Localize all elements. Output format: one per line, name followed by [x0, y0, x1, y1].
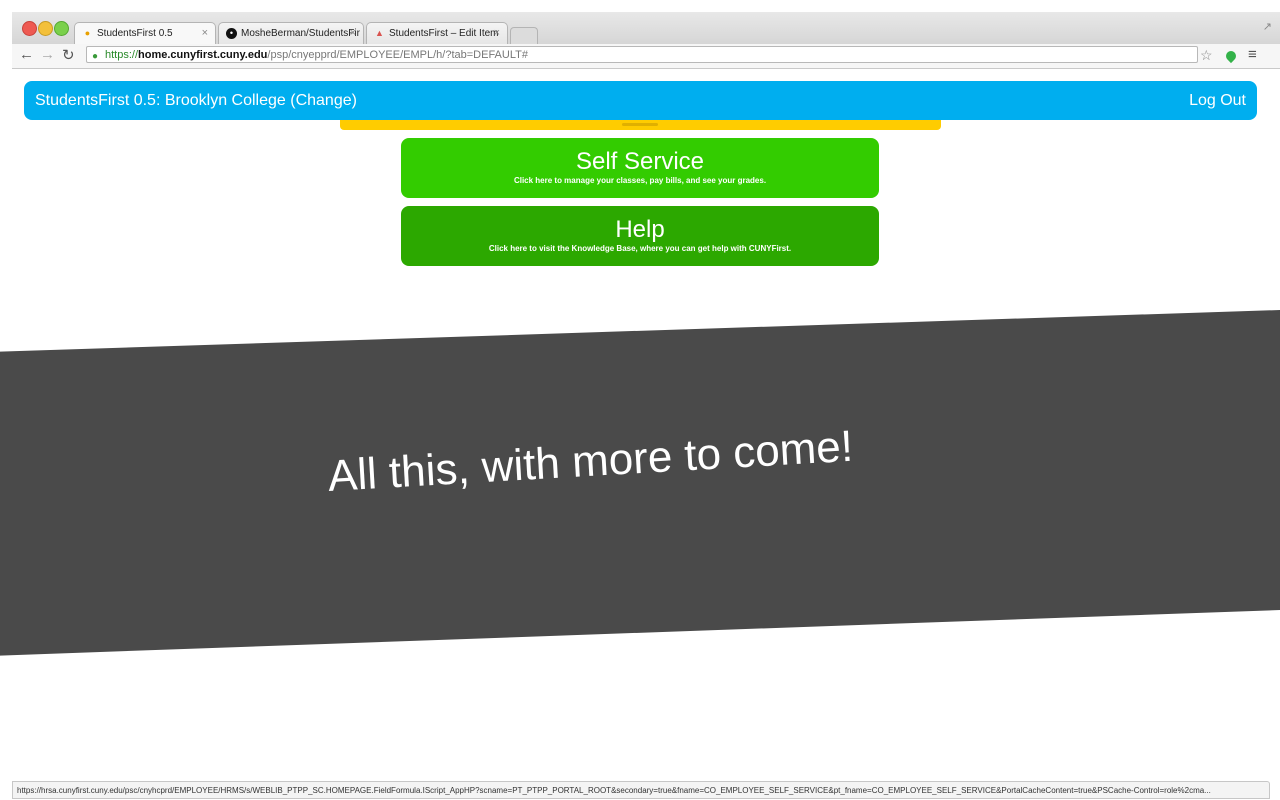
help-button[interactable]: Help Click here to visit the Knowledge B… — [401, 206, 879, 266]
tab-label: MosheBerman/StudentsFir — [241, 28, 360, 39]
back-arrow-icon[interactable]: ← — [19, 46, 34, 63]
tile-description: Click here to visit the Knowledge Base, … — [488, 244, 792, 253]
address-bar[interactable]: ● https://home.cunyfirst.cuny.edu/psp/cny… — [86, 46, 1198, 63]
brand-link[interactable]: StudentsFirst 0.5: Brooklyn College (Cha… — [35, 92, 357, 110]
pull-down-panel[interactable] — [340, 120, 941, 130]
title-bar: ● StudentsFirst 0.5 × • MosheBerman/Stud… — [12, 12, 1280, 44]
url-host: home.cunyfirst.cuny.edu — [138, 49, 268, 61]
extension-icon[interactable] — [1223, 48, 1239, 64]
url-scheme: https:// — [105, 49, 139, 61]
tile-title: Help — [615, 216, 665, 243]
tab-studentsfirst[interactable]: ● StudentsFirst 0.5 × — [74, 22, 216, 44]
close-window-button[interactable] — [22, 21, 37, 36]
tab-github[interactable]: • MosheBerman/StudentsFir × — [218, 22, 364, 44]
tab-edit-item[interactable]: ▲ StudentsFirst – Edit Item × — [366, 22, 508, 44]
new-tab-button[interactable] — [510, 27, 538, 44]
browser-toolbar: ← → ↻ ● https://home.cunyfirst.cuny.edu/p… — [12, 44, 1280, 69]
close-tab-icon[interactable]: × — [494, 27, 500, 39]
lock-icon: ● — [92, 51, 99, 62]
close-tab-icon[interactable]: × — [202, 27, 208, 39]
zoom-window-button[interactable] — [54, 21, 69, 36]
close-tab-icon[interactable]: × — [350, 27, 356, 39]
banner-text: All this, with more to come! — [326, 421, 855, 501]
menu-icon[interactable]: ≡ — [1248, 46, 1257, 63]
tile-description: Click here to manage your classes, pay b… — [513, 176, 767, 185]
fullscreen-icon[interactable]: ↗ — [1263, 20, 1272, 33]
tab-label: StudentsFirst – Edit Item — [389, 28, 499, 39]
url-path: /psp/cnyepprd/EMPLOYEE/EMPL/h/?tab=DEFAU… — [267, 49, 528, 61]
reload-icon[interactable]: ↻ — [62, 46, 75, 64]
self-service-button[interactable]: Self Service Click here to manage your c… — [401, 138, 879, 198]
drag-handle[interactable] — [622, 123, 658, 126]
app-navbar: StudentsFirst 0.5: Brooklyn College (Cha… — [24, 81, 1257, 120]
forward-arrow-icon[interactable]: → — [40, 46, 55, 63]
studentsfirst-favicon: ● — [84, 28, 91, 38]
minimize-window-button[interactable] — [38, 21, 53, 36]
promo-banner: All this, with more to come! — [0, 310, 1280, 656]
edit-item-favicon: ▲ — [375, 28, 384, 38]
github-icon: • — [226, 28, 237, 39]
bookmark-star-icon[interactable]: ☆ — [1200, 47, 1213, 64]
status-bar: https://hrsa.cunyfirst.cuny.edu/psc/cnyh… — [12, 781, 1270, 799]
logout-link[interactable]: Log Out — [1189, 92, 1246, 110]
tab-label: StudentsFirst 0.5 — [97, 28, 173, 39]
tile-title: Self Service — [575, 148, 705, 175]
